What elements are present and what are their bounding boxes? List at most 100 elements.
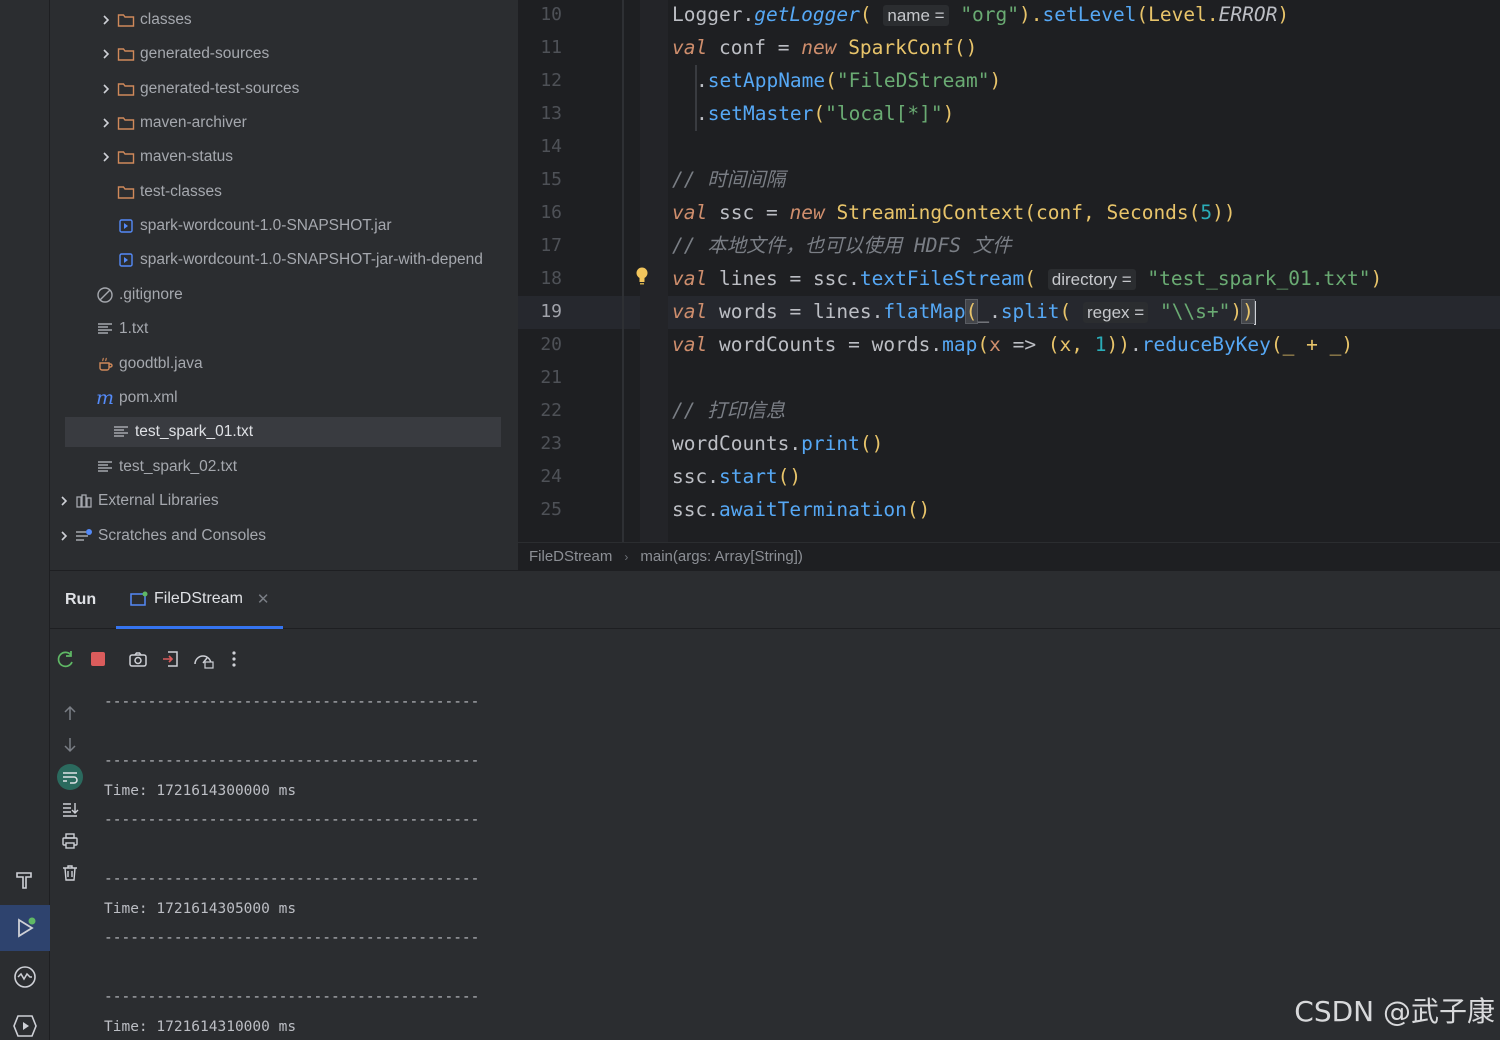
folder-icon xyxy=(116,80,136,98)
line-number[interactable]: 10 xyxy=(518,0,562,33)
tree-item-label: .gitignore xyxy=(119,286,183,303)
tree-item-label: Scratches and Consoles xyxy=(98,527,267,544)
chevron-right-icon[interactable] xyxy=(56,530,72,542)
stop-icon[interactable] xyxy=(86,647,110,671)
tree-item-label: goodtbl.java xyxy=(119,355,203,372)
chevron-right-icon[interactable] xyxy=(98,14,114,26)
intention-bulb-icon[interactable] xyxy=(634,266,650,291)
line-number[interactable]: 21 xyxy=(518,363,562,396)
tab-filedstream[interactable]: FileDStream ✕ xyxy=(116,571,283,629)
run-panel-title: Run xyxy=(65,591,97,608)
chevron-right-icon[interactable] xyxy=(56,495,72,507)
tree-item-label: generated-test-sources xyxy=(140,80,300,97)
code-line-12: .setAppName("FileDStream") xyxy=(696,69,1002,92)
exit-icon[interactable] xyxy=(159,647,183,671)
tree-item-label: External Libraries xyxy=(98,492,219,509)
text-file-icon xyxy=(111,423,131,441)
dump-threads-icon[interactable] xyxy=(191,647,215,671)
run-tool-window: Run FileDStream ✕ ----------------------… xyxy=(50,570,1500,1040)
chevron-right-icon[interactable] xyxy=(98,151,114,163)
jar-file-icon xyxy=(116,217,136,235)
line-number[interactable]: 19 xyxy=(518,297,562,330)
build-hammer-icon[interactable] xyxy=(9,864,41,896)
camera-icon[interactable] xyxy=(126,647,150,671)
console-time-line: Time: 1721614310000 ms xyxy=(104,1018,297,1035)
line-number[interactable]: 17 xyxy=(518,231,562,264)
run-config-icon xyxy=(130,591,148,607)
scroll-to-end-icon[interactable] xyxy=(57,796,83,822)
line-number[interactable]: 12 xyxy=(518,66,562,99)
tree-item-test-classes[interactable]: test-classes xyxy=(98,177,222,207)
gitignore-icon xyxy=(95,286,115,304)
tree-item-label: 1.txt xyxy=(119,320,149,337)
folder-icon xyxy=(116,148,136,166)
tree-item-label: test_spark_01.txt xyxy=(135,423,254,440)
line-number[interactable]: 20 xyxy=(518,330,562,363)
line-number[interactable]: 24 xyxy=(518,462,562,495)
code-line-16: val ssc = new StreamingContext(conf, Sec… xyxy=(672,201,1236,224)
chevron-right-icon[interactable] xyxy=(98,117,114,129)
line-number[interactable]: 23 xyxy=(518,429,562,462)
tree-item-maven-status[interactable]: maven-status xyxy=(98,142,233,172)
tree-item-label: spark-wordcount-1.0-SNAPSHOT.jar xyxy=(140,217,392,234)
tree-item-spark-wordcount-1-0-snapshot-jar-with-depend[interactable]: spark-wordcount-1.0-SNAPSHOT-jar-with-de… xyxy=(98,245,483,275)
trash-icon[interactable] xyxy=(57,860,83,886)
line-number[interactable]: 22 xyxy=(518,396,562,429)
text-file-icon xyxy=(95,320,115,338)
line-number[interactable]: 13 xyxy=(518,99,562,132)
console-line: ----------------------------------------… xyxy=(104,989,480,1005)
console-line: ----------------------------------------… xyxy=(104,694,480,710)
breadcrumb-item-method[interactable]: main(args: Array[String]) xyxy=(640,548,803,565)
line-number[interactable]: 14 xyxy=(518,132,562,165)
code-line-19: val words = lines.flatMap(_.split( regex… xyxy=(672,299,1256,325)
chevron-right-icon[interactable] xyxy=(98,83,114,95)
tab-label: FileDStream xyxy=(154,589,243,607)
tree-item-scratches-and-consoles[interactable]: Scratches and Consoles xyxy=(56,521,266,551)
console-time-line: Time: 1721614305000 ms xyxy=(104,900,297,917)
code-editor[interactable]: 10 11 12 13 14 15 16 17 18 19 20 21 22 23 24 25 Logger.… xyxy=(518,0,1500,542)
console-output[interactable]: ----------------------------------------… xyxy=(104,687,1500,1040)
services-icon[interactable] xyxy=(9,1010,41,1040)
tree-item-gitignore[interactable]: .gitignore xyxy=(77,280,183,310)
scroll-down-icon[interactable] xyxy=(57,732,83,758)
scroll-up-icon[interactable] xyxy=(57,700,83,726)
tree-item-generated-test-sources[interactable]: generated-test-sources xyxy=(98,74,299,104)
tree-item-label: maven-archiver xyxy=(140,114,247,131)
line-number[interactable]: 11 xyxy=(518,33,562,66)
run-tab-bar: Run FileDStream ✕ xyxy=(50,571,1500,629)
line-number[interactable]: 25 xyxy=(518,495,562,528)
tree-item-classes[interactable]: classes xyxy=(98,5,192,35)
tree-item-goodtbl-java[interactable]: goodtbl.java xyxy=(77,349,203,379)
breadcrumb-chevron-icon: › xyxy=(624,549,629,564)
line-number[interactable]: 18 xyxy=(518,264,562,297)
print-icon[interactable] xyxy=(57,828,83,854)
breadcrumb-item-object[interactable]: FileDStream xyxy=(529,548,612,565)
tree-item-label: spark-wordcount-1.0-SNAPSHOT-jar-with-de… xyxy=(140,251,483,268)
run-tool-window-icon[interactable] xyxy=(0,905,50,951)
tree-item-test-spark-02-txt[interactable]: test_spark_02.txt xyxy=(77,452,237,482)
chevron-right-icon[interactable] xyxy=(98,48,114,60)
more-options-icon[interactable] xyxy=(222,647,246,671)
folder-icon xyxy=(116,183,136,201)
rerun-icon[interactable] xyxy=(54,647,78,671)
tree-item-test-spark-01-txt[interactable]: test_spark_01.txt xyxy=(65,417,501,447)
tree-item-external-libraries[interactable]: External Libraries xyxy=(56,486,219,516)
folder-icon xyxy=(116,45,136,63)
line-number[interactable]: 16 xyxy=(518,198,562,231)
tree-item-pom-xml[interactable]: m pom.xml xyxy=(77,383,178,413)
code-line-20: val wordCounts = words.map(x => (x, 1)).… xyxy=(672,333,1354,356)
tree-item-1-txt[interactable]: 1.txt xyxy=(77,314,148,344)
profiler-icon[interactable] xyxy=(9,961,41,993)
code-line-24: ssc.start() xyxy=(672,465,802,488)
code-line-17: // 本地文件，也可以使用 HDFS 文件 xyxy=(672,234,1012,257)
line-number[interactable]: 15 xyxy=(518,165,562,198)
tree-item-maven-archiver[interactable]: maven-archiver xyxy=(98,108,247,138)
scratches-icon xyxy=(74,527,94,545)
tree-item-label: test_spark_02.txt xyxy=(119,458,238,475)
tree-item-spark-wordcount-1-0-snapshot-jar[interactable]: spark-wordcount-1.0-SNAPSHOT.jar xyxy=(98,211,392,241)
close-tab-icon[interactable]: ✕ xyxy=(257,590,270,608)
tree-item-generated-sources[interactable]: generated-sources xyxy=(98,39,269,69)
console-line: ----------------------------------------… xyxy=(104,812,480,828)
watermark: CSDN @武子康 xyxy=(1294,995,1495,1028)
soft-wrap-icon[interactable] xyxy=(57,764,83,790)
